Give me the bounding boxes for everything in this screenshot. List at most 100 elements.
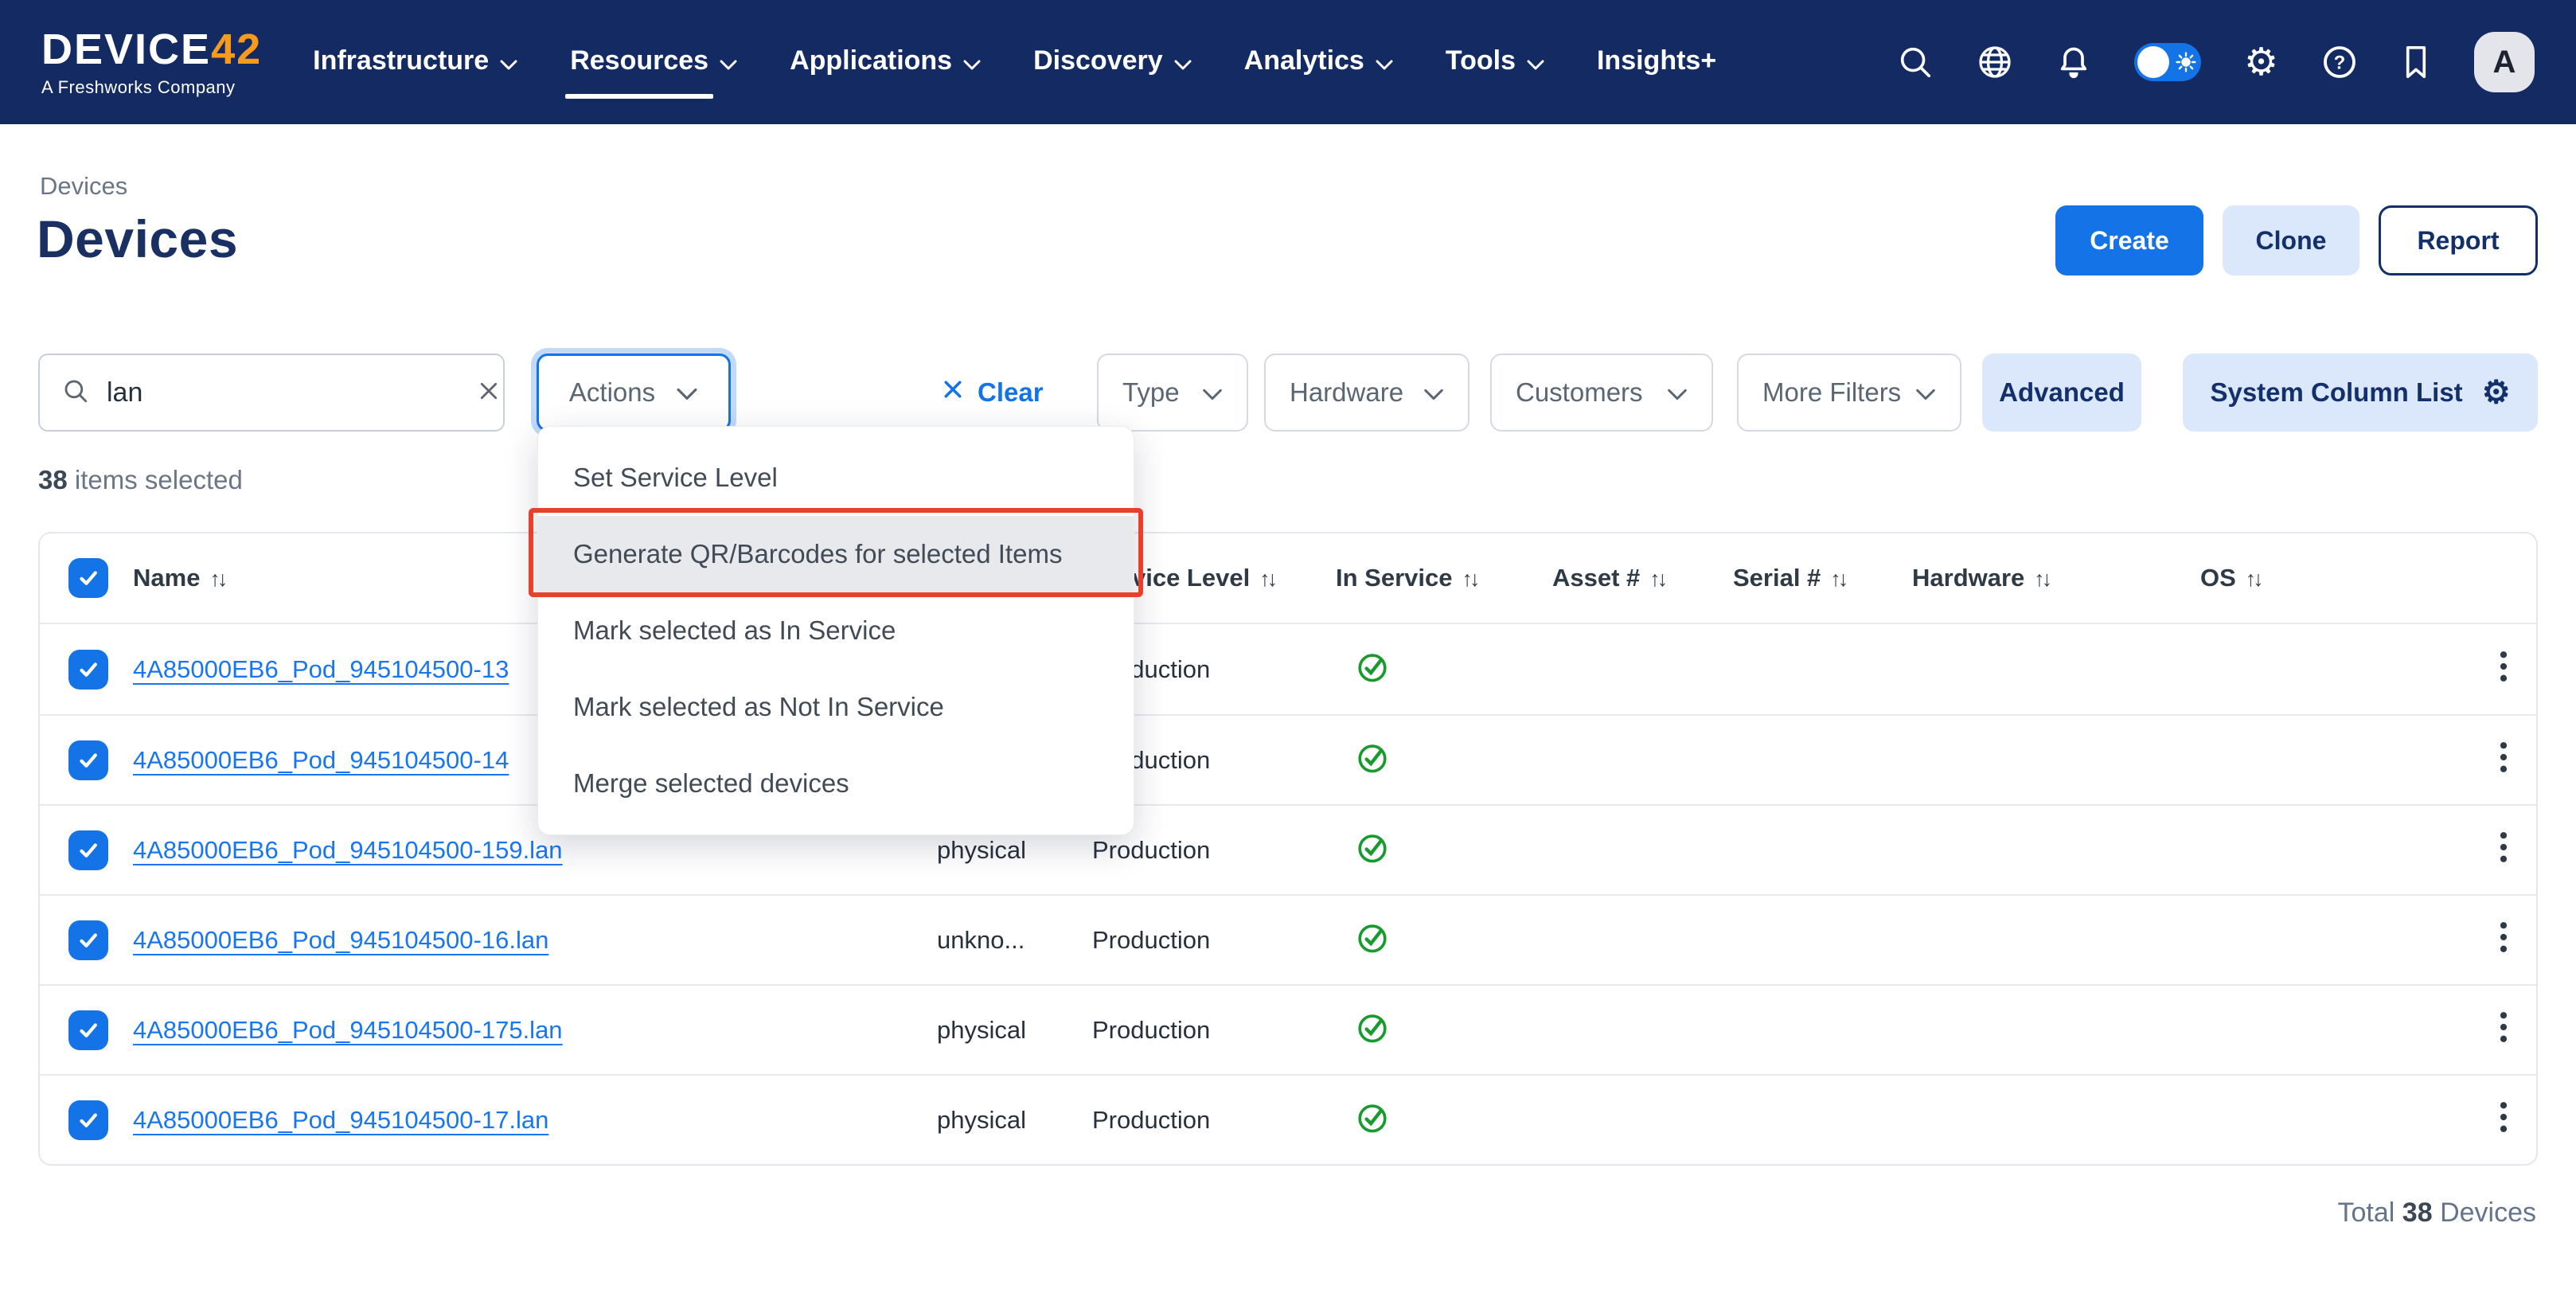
actions-dropdown-menu: Set Service Level Generate QR/Barcodes f…: [537, 426, 1134, 835]
select-all-checkbox[interactable]: [68, 558, 108, 598]
sort-icon[interactable]: ↑↓: [1649, 567, 1665, 591]
menu-item-merge-devices[interactable]: Merge selected devices: [538, 745, 1134, 822]
filter-type[interactable]: Type: [1097, 354, 1248, 432]
logo-tagline: A Freshworks Company: [41, 79, 262, 96]
device-type: physical: [937, 1106, 1026, 1135]
device-name-link[interactable]: 4A85000EB6_Pod_945104500-14: [133, 746, 509, 775]
column-header-in-service[interactable]: In Service↑↓: [1336, 564, 1477, 592]
nav-item-analytics[interactable]: Analytics: [1244, 45, 1393, 80]
gear-icon: ⚙: [2482, 374, 2511, 411]
x-icon: [941, 377, 965, 408]
avatar-initial: A: [2493, 45, 2516, 80]
page-title: Devices: [37, 209, 238, 269]
devices-table: Name↑↓ Type↑↓ Service Level↑↓ In Service…: [38, 532, 2538, 1166]
avatar[interactable]: A: [2474, 32, 2535, 92]
clone-button[interactable]: Clone: [2223, 205, 2359, 275]
row-menu-kebab-icon[interactable]: [2493, 1094, 2514, 1147]
theme-toggle[interactable]: [2134, 43, 2201, 81]
breadcrumb[interactable]: Devices: [40, 172, 127, 201]
bell-icon[interactable]: [2056, 44, 2091, 80]
row-menu-kebab-icon[interactable]: [2493, 914, 2514, 967]
clear-filters-link[interactable]: Clear: [941, 354, 1044, 432]
device-service-level: Production: [1092, 1106, 1210, 1135]
sort-icon[interactable]: ↑↓: [2034, 567, 2049, 591]
top-navbar: DEVICE42 A Freshworks Company Infrastruc…: [0, 0, 2576, 124]
device-search-box: [38, 354, 505, 432]
column-header-os[interactable]: OS↑↓: [2200, 564, 2261, 592]
chevron-down-icon: [1423, 377, 1444, 408]
chevron-down-icon: [963, 47, 981, 78]
menu-item-generate-qr-barcodes[interactable]: Generate QR/Barcodes for selected Items: [538, 516, 1134, 592]
navbar-actions: ⚙ ? A: [1897, 32, 2535, 92]
nav-item-insights[interactable]: Insights+: [1597, 45, 1716, 80]
clear-search-icon[interactable]: [477, 379, 501, 407]
nav-item-discovery[interactable]: Discovery: [1033, 45, 1192, 80]
table-row: 4A85000EB6_Pod_945104500-159.lan physica…: [40, 804, 2536, 894]
in-service-check-icon: [1355, 1100, 1390, 1141]
main-nav: Infrastructure Resources Applications Di…: [313, 45, 1716, 80]
column-header-asset[interactable]: Asset #↑↓: [1552, 564, 1665, 592]
nav-label: Resources: [570, 45, 708, 80]
help-icon[interactable]: ?: [2321, 44, 2358, 80]
chevron-down-icon: [1667, 377, 1688, 408]
actions-dropdown-button[interactable]: Actions: [537, 354, 731, 432]
sort-icon[interactable]: ↑↓: [209, 567, 224, 591]
selection-count: 38: [38, 465, 68, 494]
nav-item-resources[interactable]: Resources: [570, 45, 737, 80]
row-checkbox[interactable]: [68, 650, 108, 690]
device-name-link[interactable]: 4A85000EB6_Pod_945104500-17.lan: [133, 1106, 548, 1135]
row-menu-kebab-icon[interactable]: [2493, 643, 2514, 696]
device-type: physical: [937, 1016, 1026, 1045]
nav-item-infrastructure[interactable]: Infrastructure: [313, 45, 517, 80]
system-column-list-button[interactable]: System Column List ⚙: [2183, 354, 2538, 432]
row-menu-kebab-icon[interactable]: [2493, 734, 2514, 787]
filter-more-filters[interactable]: More Filters: [1737, 354, 1961, 432]
table-row: 4A85000EB6_Pod_945104500-17.lan physical…: [40, 1074, 2536, 1164]
sort-icon[interactable]: ↑↓: [1462, 567, 1477, 591]
chevron-down-icon: [500, 47, 517, 78]
filter-hardware[interactable]: Hardware: [1264, 354, 1469, 432]
in-service-check-icon: [1355, 920, 1390, 961]
page-action-buttons: Create Clone Report: [2055, 205, 2538, 275]
advanced-button[interactable]: Advanced: [1982, 354, 2141, 432]
column-header-serial[interactable]: Serial #↑↓: [1733, 564, 1845, 592]
gear-icon[interactable]: ⚙: [2244, 40, 2278, 84]
chevron-down-icon: [1174, 47, 1192, 78]
search-icon[interactable]: [1897, 44, 1934, 80]
in-service-check-icon: [1355, 740, 1390, 781]
row-checkbox[interactable]: [68, 920, 108, 960]
filter-customers[interactable]: Customers: [1490, 354, 1713, 432]
device42-logo[interactable]: DEVICE42 A Freshworks Company: [41, 28, 262, 96]
sort-icon[interactable]: ↑↓: [1259, 567, 1274, 591]
menu-item-set-service-level[interactable]: Set Service Level: [538, 440, 1134, 516]
device-name-link[interactable]: 4A85000EB6_Pod_945104500-16.lan: [133, 926, 548, 955]
globe-icon[interactable]: [1977, 44, 2013, 80]
sort-icon[interactable]: ↑↓: [1830, 567, 1845, 591]
row-checkbox[interactable]: [68, 740, 108, 780]
sort-icon[interactable]: ↑↓: [2246, 567, 2261, 591]
column-header-hardware[interactable]: Hardware↑↓: [1912, 564, 2049, 592]
logo-text: DEVICE: [41, 25, 211, 73]
device-name-link[interactable]: 4A85000EB6_Pod_945104500-13: [133, 655, 509, 684]
filter-label: Customers: [1516, 377, 1643, 408]
report-button[interactable]: Report: [2379, 205, 2538, 275]
nav-item-tools[interactable]: Tools: [1446, 45, 1544, 80]
nav-item-applications[interactable]: Applications: [790, 45, 981, 80]
row-checkbox[interactable]: [68, 1100, 108, 1140]
svg-text:?: ?: [2334, 52, 2346, 73]
bookmark-icon[interactable]: [2401, 44, 2431, 80]
row-checkbox[interactable]: [68, 1010, 108, 1050]
device-name-link[interactable]: 4A85000EB6_Pod_945104500-175.lan: [133, 1016, 563, 1045]
chevron-down-icon: [1915, 377, 1936, 408]
logo-wordmark: DEVICE42: [41, 28, 262, 71]
row-menu-kebab-icon[interactable]: [2493, 824, 2514, 877]
device-name-link[interactable]: 4A85000EB6_Pod_945104500-159.lan: [133, 836, 563, 865]
column-header-name[interactable]: Name↑↓: [133, 564, 224, 592]
row-checkbox[interactable]: [68, 830, 108, 870]
row-menu-kebab-icon[interactable]: [2493, 1004, 2514, 1057]
search-input[interactable]: [107, 377, 459, 408]
menu-item-mark-in-service[interactable]: Mark selected as In Service: [538, 592, 1134, 669]
menu-item-mark-not-in-service[interactable]: Mark selected as Not In Service: [538, 669, 1134, 745]
nav-label: Analytics: [1244, 45, 1364, 80]
create-button[interactable]: Create: [2055, 205, 2203, 275]
